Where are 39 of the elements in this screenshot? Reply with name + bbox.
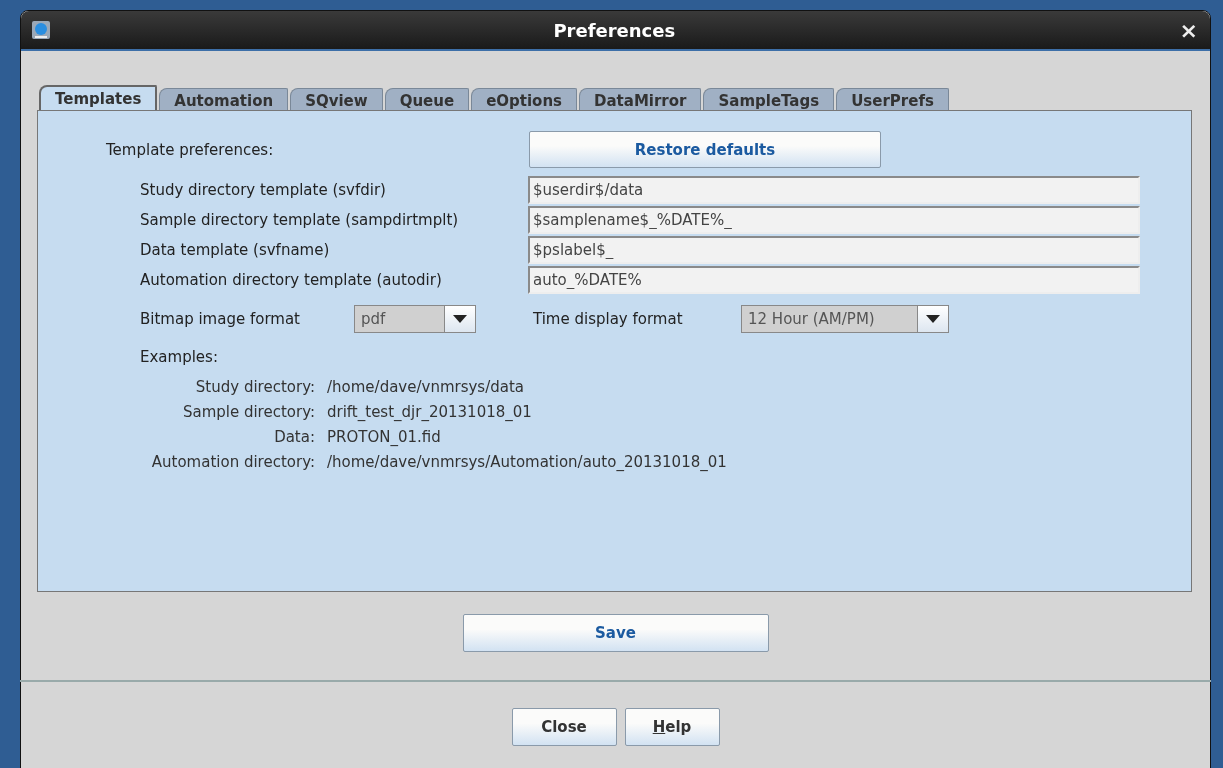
save-button[interactable]: Save [462,614,769,652]
dropdown-label: Bitmap image format [140,310,301,328]
field-label: Automation directory template (autodir) [140,270,443,291]
input-field[interactable]: $pslabel$_ [528,236,1140,264]
help-button[interactable]: Help [624,708,720,746]
tab[interactable]: eOptions [471,88,577,110]
dropdown[interactable]: 12 Hour (AM/PM) [741,305,949,333]
field-label: Study directory template (svfdir) [140,180,387,201]
input-field[interactable]: $samplename$_%DATE%_ [528,206,1140,234]
example-label: Data: [273,428,315,446]
dropdown[interactable]: pdf [354,305,476,333]
section-label: Template preferences: [106,140,275,159]
caret-icon [453,315,467,323]
tab[interactable]: Automation [159,88,289,110]
field-label: Sample directory template (sampdirtmplt) [140,210,460,231]
input-field[interactable]: $userdir$/data [528,176,1140,204]
window-title: Preferences [552,19,677,41]
tab[interactable]: UserPrefs [836,88,949,110]
example-label: Sample directory: [181,403,315,421]
field-label: Data template (svfname) [140,240,331,261]
example-value: /home/dave/vnmrsys/data [327,378,525,396]
dropdown-label: Time display format [533,310,684,328]
tab[interactable]: DataMirror [579,88,702,110]
example-label: Study directory: [194,378,315,396]
close-button[interactable]: × [1177,17,1200,43]
tab[interactable]: SQview [290,88,383,110]
tab[interactable]: Templates [39,85,158,110]
caret-icon [926,315,940,323]
example-value: /home/dave/vnmrsys/Automation/auto_20131018_01 [327,453,728,471]
app-icon [31,20,51,40]
tab[interactable]: SampleTags [703,88,835,110]
example-value: drift_test_djr_20131018_01 [327,403,533,421]
close-button[interactable]: Close [511,708,617,746]
examples-label: Examples: [140,348,219,366]
input-field[interactable]: auto_%DATE% [528,266,1140,294]
tab[interactable]: Queue [384,88,470,110]
restore-defaults-button[interactable]: Restore defaults [529,131,881,168]
example-value: PROTON_01.fid [327,428,442,446]
example-label: Automation directory: [150,453,315,471]
